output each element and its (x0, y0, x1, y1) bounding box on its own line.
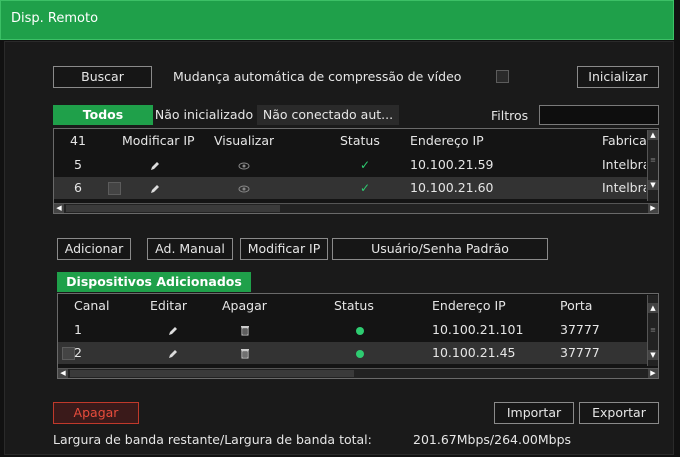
scroll-right-icon[interactable]: ▶ (648, 204, 658, 213)
horizontal-scrollbar[interactable]: ◀ ▶ (58, 368, 658, 378)
row-channel: 1 (74, 322, 82, 337)
bandwidth-label: Largura de banda restante/Largura de ban… (53, 432, 372, 447)
import-button[interactable]: Importar (494, 402, 574, 424)
scroll-grip-icon[interactable]: ≡ (648, 155, 658, 165)
status-check-icon: ✓ (360, 158, 371, 172)
column-manufacturer: Fabrica (602, 133, 647, 148)
content-panel: Buscar Mudança automática de compressão … (4, 41, 674, 455)
auto-compress-checkbox[interactable] (496, 70, 509, 83)
tab-all[interactable]: Todos (53, 105, 153, 125)
column-edit: Editar (150, 298, 188, 313)
bandwidth-value: 201.67Mbps/264.00Mbps (413, 432, 572, 447)
trash-icon[interactable] (240, 319, 250, 341)
search-results-table: 41 Modificar IP Visualizar Status Endere… (53, 128, 659, 214)
scroll-grip-icon[interactable]: ≡ (648, 325, 658, 335)
table-header: 41 Modificar IP Visualizar Status Endere… (54, 130, 658, 152)
table-row[interactable]: 2 10.100.21.45 37777 (58, 342, 648, 364)
column-delete: Apagar (222, 298, 267, 313)
modify-ip-button[interactable]: Modificar IP (240, 238, 328, 260)
trash-icon[interactable] (240, 342, 250, 364)
scroll-down-icon[interactable]: ▼ (648, 180, 658, 190)
column-ip: Endereço IP (410, 133, 484, 148)
scroll-right-icon[interactable]: ▶ (648, 369, 658, 378)
table-header: Canal Editar Apagar Status Endereço IP P… (58, 295, 658, 317)
scroll-thumb[interactable] (70, 370, 354, 377)
vertical-scrollbar[interactable]: ▲ ≡ ▼ (647, 130, 658, 201)
manual-add-button[interactable]: Ad. Manual (147, 238, 233, 260)
row-channel: 2 (74, 345, 82, 360)
window-title: Disp. Remoto (11, 11, 99, 26)
scroll-up-icon[interactable]: ▲ (648, 130, 658, 140)
pencil-icon[interactable] (168, 342, 178, 364)
filters-input[interactable] (539, 105, 659, 125)
filters-label: Filtros (491, 108, 529, 123)
column-status: Status (334, 298, 374, 313)
tab-not-initialized[interactable]: Não inicializado (152, 105, 256, 125)
export-button[interactable]: Exportar (579, 402, 659, 424)
auto-compress-label: Mudança automática de compressão de víde… (173, 69, 462, 84)
status-online-dot-icon (356, 342, 364, 364)
add-button[interactable]: Adicionar (57, 238, 131, 260)
remote-device-window: Disp. Remoto Buscar Mudança automática d… (0, 0, 680, 457)
status-check-icon: ✓ (360, 181, 371, 195)
row-port: 37777 (560, 322, 600, 337)
pencil-icon[interactable] (150, 177, 160, 199)
column-channel: Canal (74, 298, 110, 313)
status-online-dot-icon (356, 319, 364, 341)
column-view: Visualizar (214, 133, 275, 148)
vertical-scrollbar[interactable]: ▲ ≡ ▼ (647, 295, 658, 366)
pencil-icon[interactable] (168, 319, 178, 341)
title-bar: Disp. Remoto (0, 0, 674, 40)
column-ip: Endereço IP (432, 298, 506, 313)
scroll-up-icon[interactable]: ▲ (648, 303, 658, 313)
table-row[interactable]: 5 ✓ 10.100.21.59 Intelbra (54, 154, 658, 176)
row-ip: 10.100.21.60 (410, 180, 494, 195)
row-number: 5 (74, 157, 82, 172)
column-modify-ip: Modificar IP (122, 133, 195, 148)
row-ip: 10.100.21.45 (432, 345, 516, 360)
table-row[interactable]: 6 ✓ 10.100.21.60 Intelbra (54, 177, 648, 199)
row-port: 37777 (560, 345, 600, 360)
search-button[interactable]: Buscar (53, 66, 152, 88)
scroll-thumb[interactable] (66, 205, 280, 212)
initialize-button[interactable]: Inicializar (577, 66, 659, 88)
added-devices-table: Canal Editar Apagar Status Endereço IP P… (57, 293, 659, 379)
column-status: Status (340, 133, 380, 148)
column-count: 41 (70, 133, 86, 148)
delete-button[interactable]: Apagar (53, 402, 139, 424)
row-ip: 10.100.21.59 (410, 157, 494, 172)
horizontal-scrollbar[interactable]: ◀ ▶ (54, 203, 658, 213)
row-ip: 10.100.21.101 (432, 322, 524, 337)
table-row[interactable]: 1 10.100.21.101 37777 (58, 319, 658, 341)
tab-not-connected[interactable]: Não conectado aut... (257, 105, 399, 125)
scroll-left-icon[interactable]: ◀ (58, 369, 68, 378)
row-number: 6 (74, 180, 82, 195)
eye-icon[interactable] (238, 154, 250, 176)
pencil-icon[interactable] (150, 154, 160, 176)
scroll-left-icon[interactable]: ◀ (54, 204, 64, 213)
tab-added-devices[interactable]: Dispositivos Adicionados (57, 272, 251, 292)
row-manufacturer: Intelbra (602, 180, 646, 195)
row-checkbox[interactable] (108, 182, 121, 195)
row-manufacturer: Intelbra (602, 157, 646, 172)
eye-icon[interactable] (238, 177, 250, 199)
column-port: Porta (560, 298, 593, 313)
default-credentials-button[interactable]: Usuário/Senha Padrão (332, 238, 548, 260)
scroll-down-icon[interactable]: ▼ (648, 350, 658, 360)
